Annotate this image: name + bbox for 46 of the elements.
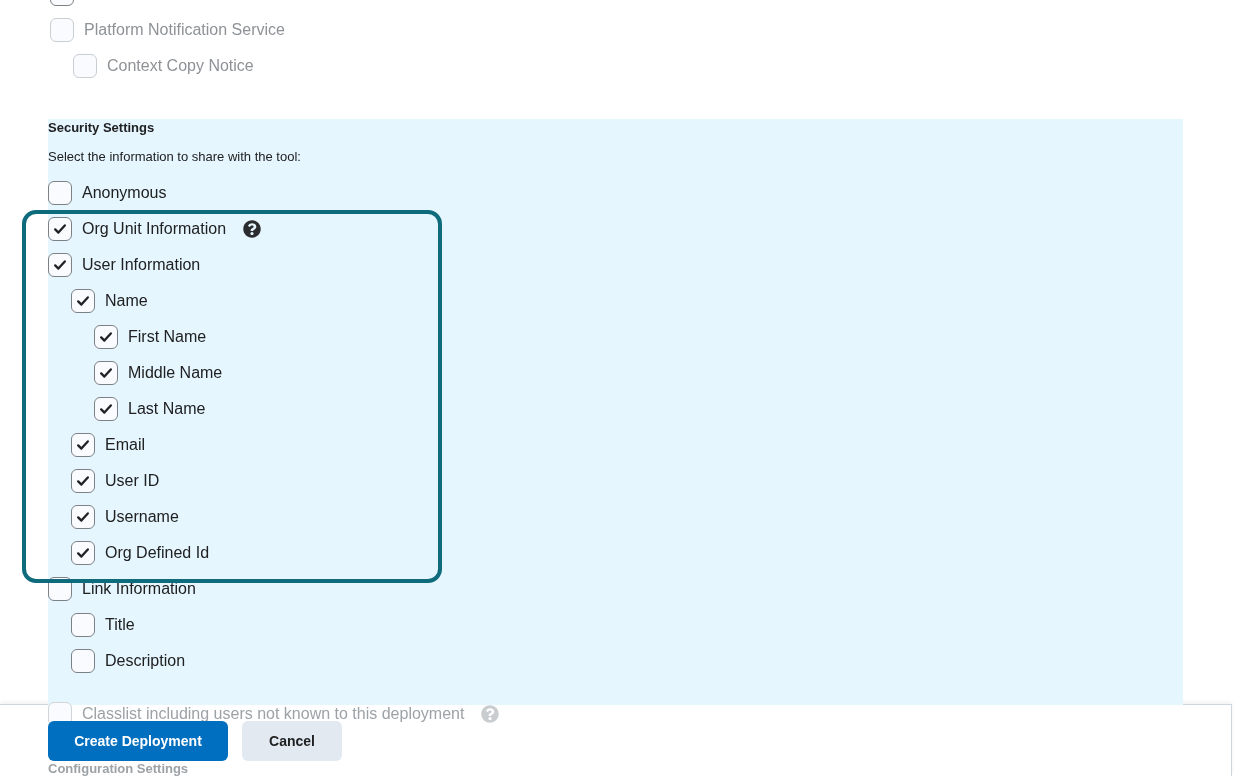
- checkbox[interactable]: [94, 325, 118, 349]
- checkbox[interactable]: [71, 433, 95, 457]
- instruction-text: Select the information to share with the tool:: [48, 148, 302, 166]
- option-label: Org Unit Information: [82, 219, 227, 239]
- checkbox[interactable]: [48, 217, 72, 241]
- option-label: Classlist including users not known to this deployment: [82, 704, 465, 724]
- checkbox[interactable]: [94, 397, 118, 421]
- checkmark-icon: [100, 332, 112, 342]
- checkmark-icon: [77, 296, 89, 306]
- checkbox[interactable]: [48, 253, 72, 277]
- section-title: Security Settings: [48, 119, 156, 137]
- option-label: Link Information: [82, 579, 196, 599]
- option-label: First Name: [128, 327, 207, 347]
- help-icon[interactable]: [243, 220, 262, 238]
- option-label: User Information: [82, 255, 201, 275]
- checkmark-icon: [54, 224, 66, 234]
- cancel-button[interactable]: Cancel: [242, 721, 342, 761]
- checkmark-icon: [77, 548, 89, 558]
- option-label: Last Name: [128, 399, 206, 419]
- checkbox[interactable]: [48, 181, 72, 205]
- checkbox[interactable]: [71, 289, 95, 313]
- option-label: Title: [105, 615, 135, 635]
- option-label: Org Defined Id: [105, 543, 210, 563]
- create-button[interactable]: Create Deployment: [48, 721, 228, 761]
- option-label: Middle Name: [128, 363, 223, 383]
- option-label: Platform Notification Service: [84, 20, 285, 40]
- option-label: Name: [105, 291, 148, 311]
- section-title: Configuration Settings: [48, 761, 190, 776]
- checkmark-icon: [100, 404, 112, 414]
- checkmark-icon: [54, 260, 66, 270]
- checkbox[interactable]: [71, 505, 95, 529]
- checkbox[interactable]: [71, 469, 95, 493]
- option-label: Email: [105, 435, 145, 455]
- option-label: Description: [105, 651, 186, 671]
- checkmark-icon: [77, 440, 89, 450]
- option-label: Username: [105, 507, 179, 527]
- checkmark-icon: [77, 476, 89, 486]
- checkbox[interactable]: [94, 361, 118, 385]
- checkbox[interactable]: [71, 613, 95, 637]
- checkbox[interactable]: [71, 541, 95, 565]
- checkmark-icon: [100, 368, 112, 378]
- checkbox[interactable]: [71, 649, 95, 673]
- option-label: Context Copy Notice: [107, 56, 254, 76]
- option-label: Anonymous: [82, 183, 167, 203]
- checkmark-icon: [77, 512, 89, 522]
- option-label: User ID: [105, 471, 160, 491]
